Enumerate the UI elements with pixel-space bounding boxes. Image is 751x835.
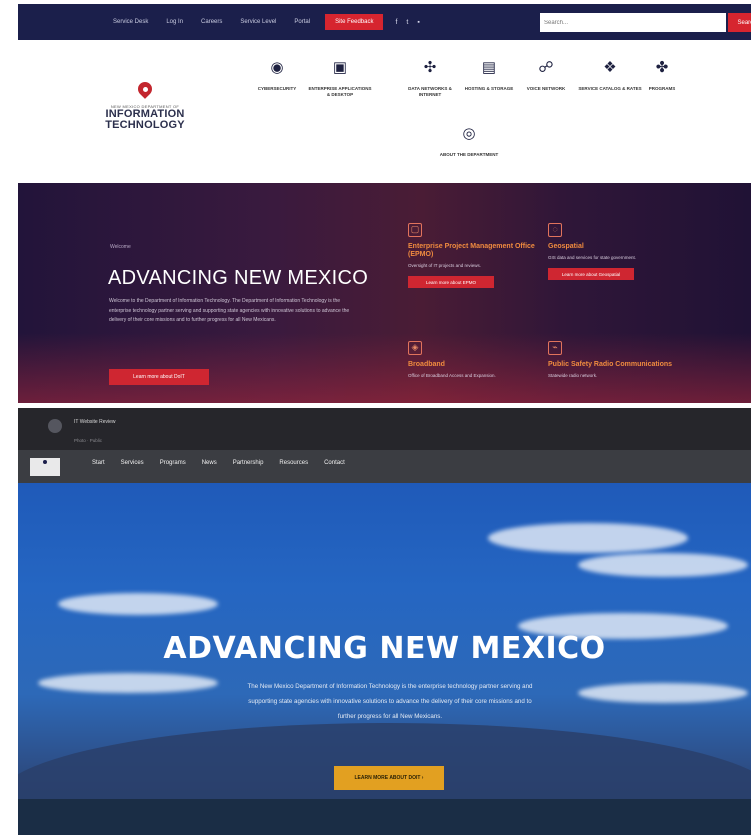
- tile-radio[interactable]: ⌁ Public Safety Radio Communications Sta…: [548, 341, 678, 380]
- tile-title: Geospatial: [548, 243, 584, 250]
- top-links: Service Desk Log In Careers Service Leve…: [104, 19, 319, 25]
- main-nav: Start Services Programs News Partnership…: [84, 460, 353, 466]
- enterprise-apps-icon: ▣: [332, 59, 348, 76]
- hero-title-new: ADVANCING NEW MEXICO: [163, 631, 606, 666]
- tile-text: Oversight of IT projects and reviews.: [408, 263, 481, 268]
- service-label: HOSTING & STORAGE: [464, 86, 514, 91]
- feedback-button[interactable]: Site Feedback: [325, 14, 384, 30]
- doit-logo[interactable]: NEW MEXICO DEPARTMENT OF INFORMATION TEC…: [90, 79, 200, 131]
- service-label: DATA NETWORKS & INTERNET: [408, 86, 452, 97]
- tile-title: Public Safety Radio Communications: [548, 361, 673, 368]
- service-cybersecurity[interactable]: ◉ CYBERSECURITY: [245, 58, 309, 92]
- broadband-icon: ◈: [408, 341, 422, 355]
- nav-resources[interactable]: Resources: [271, 460, 316, 466]
- service-label: PROGRAMS: [648, 86, 676, 91]
- hosting-icon: ▤: [481, 59, 497, 76]
- globe-icon: ◌: [548, 223, 562, 237]
- nav-programs[interactable]: Programs: [152, 460, 194, 466]
- hero-paragraph: Welcome to the Department of Information…: [109, 298, 350, 323]
- tile-text: Office of Broadband Access and Expansion…: [408, 373, 496, 378]
- top-link-portal[interactable]: Portal: [285, 19, 319, 25]
- service-label: VOICE NETWORK: [526, 86, 566, 91]
- new-site-preview: IT Website Review Photo · Public Start S…: [18, 408, 751, 835]
- service-label: CYBERSECURITY: [257, 86, 297, 91]
- social-links: f t ▪: [395, 19, 419, 26]
- hero-title: ADVANCING NEW MEXICO: [108, 267, 369, 289]
- tile-title: Broadband: [408, 361, 445, 368]
- twitter-icon[interactable]: t: [406, 19, 408, 26]
- service-label: ENTERPRISE APPLICATIONS & DESKTOP: [308, 86, 372, 97]
- tile-broadband[interactable]: ◈ Broadband Office of Broadband Access a…: [408, 341, 538, 380]
- facebook-icon[interactable]: f: [395, 19, 397, 26]
- nav-partnership[interactable]: Partnership: [225, 460, 272, 466]
- top-link-careers[interactable]: Careers: [192, 19, 231, 25]
- tile-geospatial[interactable]: ◌ Geospatial GIS data and services for s…: [548, 223, 678, 280]
- radio-icon: ⌁: [548, 341, 562, 355]
- tile-epmo[interactable]: ▢ Enterprise Project Management Office (…: [408, 223, 538, 288]
- service-voice-network[interactable]: ☍ VOICE NETWORK: [514, 58, 578, 92]
- tile-title: Enterprise Project Management Office (EP…: [408, 243, 535, 258]
- top-link-login[interactable]: Log In: [157, 19, 192, 25]
- tile-button[interactable]: Learn more about Geospatial: [548, 268, 634, 280]
- youtube-icon[interactable]: ▪: [417, 19, 419, 26]
- post-header: IT Website Review Photo · Public: [18, 408, 751, 450]
- service-programs[interactable]: ✤ PROGRAMS: [630, 58, 694, 92]
- learn-more-button[interactable]: Learn more about DoIT: [109, 369, 209, 385]
- avatar[interactable]: [48, 419, 62, 433]
- service-label: ABOUT THE DEPARTMENT: [439, 152, 499, 157]
- profile-sub: Photo · Public: [74, 438, 103, 443]
- profile-name[interactable]: IT Website Review: [74, 419, 116, 425]
- tile-text: Statewide radio network.: [548, 373, 598, 378]
- site-logo[interactable]: [30, 458, 60, 476]
- service-networks[interactable]: ✣ DATA NETWORKS & INTERNET: [398, 58, 462, 98]
- search-button[interactable]: Search: [728, 13, 751, 32]
- top-link-service-desk[interactable]: Service Desk: [104, 19, 157, 25]
- logo-line-3: TECHNOLOGY: [105, 119, 185, 131]
- top-link-service-level[interactable]: Service Level: [231, 19, 285, 25]
- site-header: Start Services Programs News Partnership…: [18, 450, 751, 483]
- hero-eyebrow: Welcome: [110, 244, 131, 250]
- nav-news[interactable]: News: [194, 460, 225, 466]
- map-pin-icon: [135, 79, 155, 100]
- cybersecurity-icon: ◉: [270, 59, 284, 76]
- nav-services[interactable]: Services: [113, 460, 152, 466]
- about-icon: ◎: [462, 125, 476, 142]
- top-navigation-bar: Service Desk Log In Careers Service Leve…: [18, 4, 751, 40]
- search-input[interactable]: [540, 13, 726, 32]
- tile-text: GIS data and services for state governme…: [548, 255, 637, 260]
- service-about[interactable]: ◎ ABOUT THE DEPARTMENT: [437, 124, 501, 158]
- nav-contact[interactable]: Contact: [316, 460, 353, 466]
- nav-start[interactable]: Start: [84, 460, 113, 466]
- networks-icon: ✣: [423, 59, 437, 76]
- current-site-hero: Welcome ADVANCING NEW MEXICO Welcome to …: [18, 183, 751, 403]
- tile-button[interactable]: Learn more about EPMO: [408, 276, 494, 288]
- hero-paragraph-new: The New Mexico Department of Information…: [247, 683, 533, 720]
- service-catalog-icon: ❖: [603, 59, 617, 76]
- programs-icon: ✤: [655, 59, 669, 76]
- service-hosting[interactable]: ▤ HOSTING & STORAGE: [457, 58, 521, 92]
- service-enterprise-apps[interactable]: ▣ ENTERPRISE APPLICATIONS & DESKTOP: [308, 58, 372, 98]
- hero-background: ADVANCING NEW MEXICO The New Mexico Depa…: [18, 483, 751, 835]
- project-icon: ▢: [408, 223, 422, 237]
- learn-more-doit-button[interactable]: LEARN MORE ABOUT DOIT ›: [334, 766, 444, 790]
- voice-network-icon: ☍: [538, 59, 554, 76]
